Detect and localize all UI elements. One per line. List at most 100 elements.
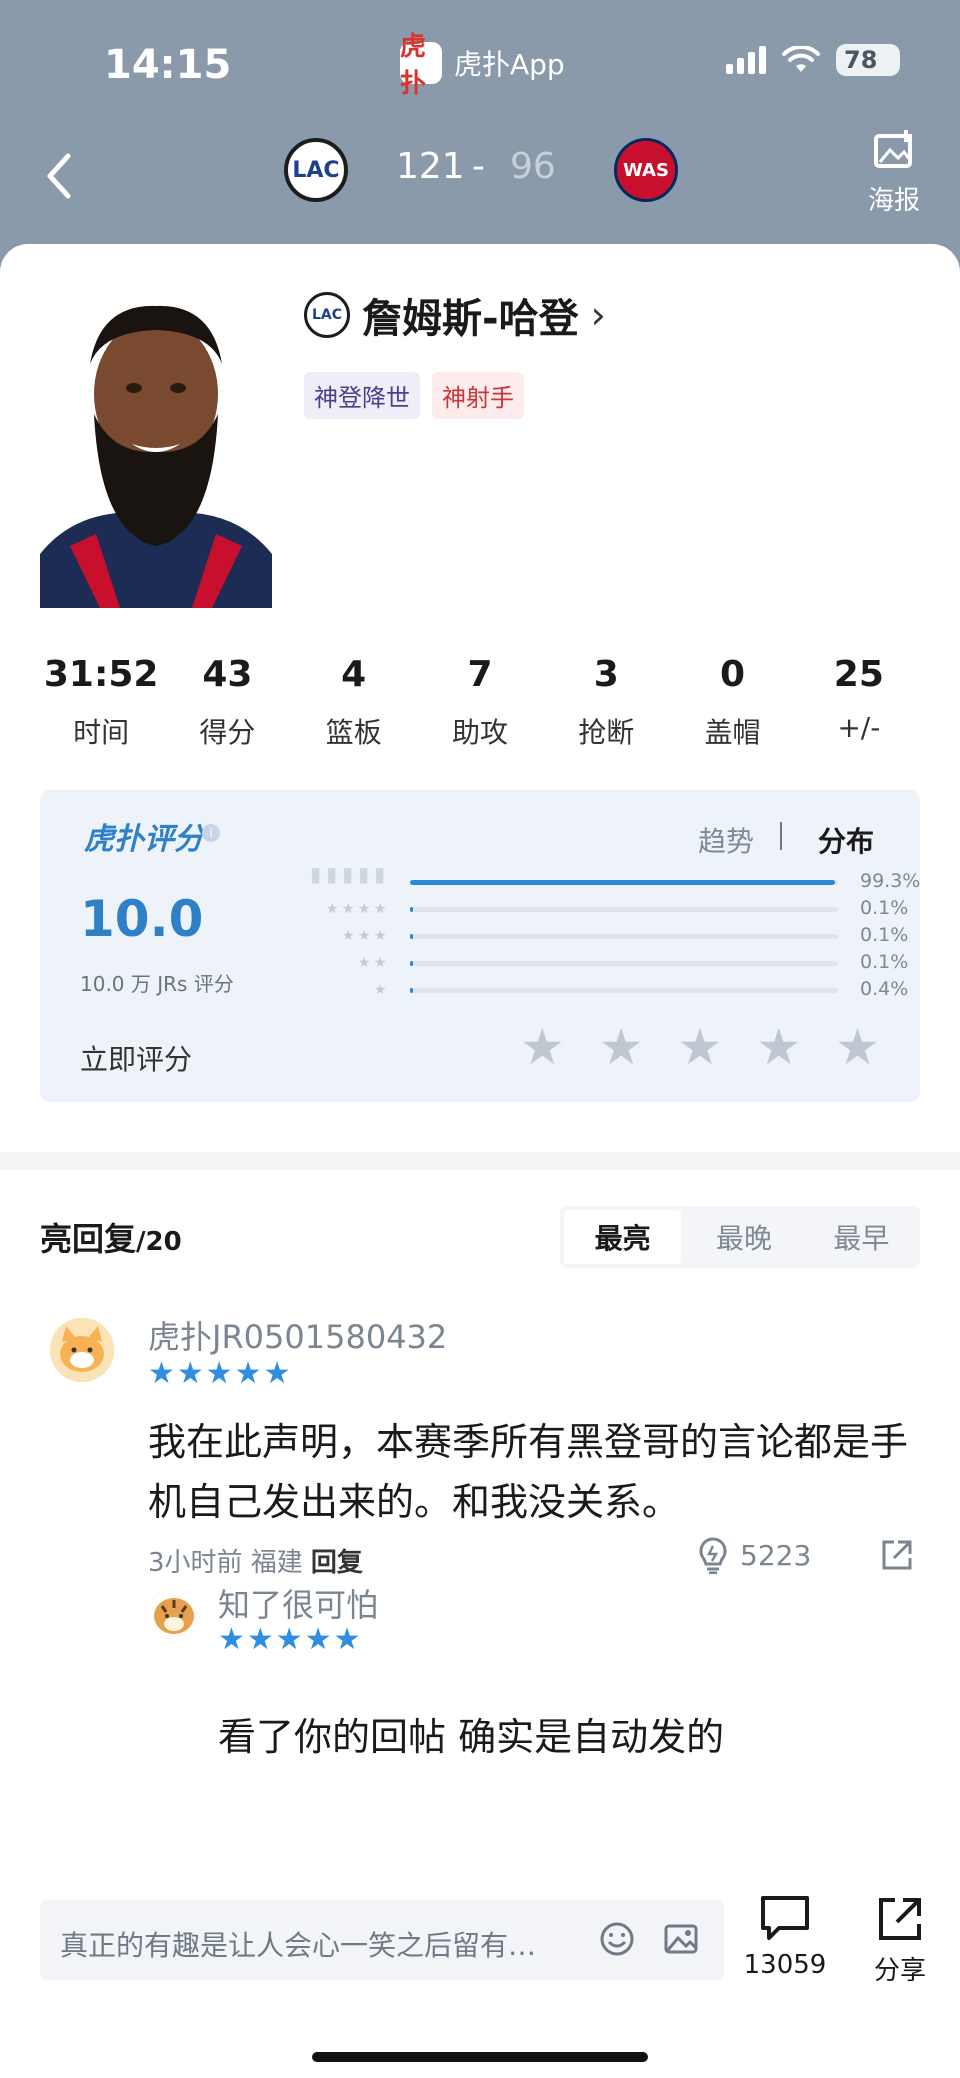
replies-count: /20: [136, 1227, 182, 1257]
poster-button[interactable]: 海报: [864, 128, 924, 217]
star-icon: ▮: [310, 862, 322, 886]
sort-latest[interactable]: 最晚: [685, 1206, 802, 1268]
sub-reply-text: 看了你的回帖 确实是自动发的: [218, 1715, 725, 1759]
star-icon[interactable]: ★: [599, 1022, 644, 1072]
wifi-icon: [782, 46, 820, 72]
distribution-percent: 0.1%: [860, 951, 909, 973]
info-icon[interactable]: i: [202, 824, 220, 842]
comment-count: 13059: [743, 1950, 827, 1980]
avatar[interactable]: [50, 1318, 114, 1382]
lightbulb-icon: [699, 1537, 727, 1574]
player-tags: 神登降世 神射手: [304, 372, 524, 419]
poster-image-icon: [874, 130, 912, 168]
player-tag[interactable]: 神登降世: [304, 372, 420, 419]
replies-title: 亮回复/20: [40, 1214, 182, 1260]
share-icon: [879, 1898, 921, 1940]
chevron-right-icon: ›: [590, 293, 606, 337]
stat-points: 43 得分: [167, 654, 287, 751]
distribution-fill: [410, 988, 413, 993]
distribution-track: [410, 988, 838, 993]
star-icon: ★: [358, 955, 371, 971]
tab-distribution[interactable]: 分布: [818, 820, 874, 860]
comment-meta: 3小时前 福建 回复: [148, 1542, 363, 1579]
player-name: 詹姆斯-哈登: [362, 296, 579, 342]
comment-input[interactable]: 真正的有趣是让人会心一笑之后留有…: [40, 1900, 724, 1980]
rating-brand-text: 虎扑评分: [84, 822, 204, 857]
distribution-percent: 0.4%: [860, 978, 909, 1000]
sort-brightest[interactable]: 最亮: [564, 1210, 682, 1264]
star-icon: ★: [358, 901, 371, 917]
distribution-fill: [410, 961, 413, 966]
comment-time-location: 3小时前 福建: [148, 1548, 303, 1578]
player-tag[interactable]: 神射手: [432, 372, 524, 419]
stat-label: 时间: [73, 716, 130, 749]
comment-username[interactable]: 虎扑JR0501580432: [148, 1312, 447, 1358]
app-badge: 虎扑 虎扑App: [400, 32, 565, 99]
star-icon[interactable]: ★: [520, 1022, 565, 1072]
share-label: 分享: [873, 1956, 926, 1986]
distribution-percent: 0.1%: [860, 897, 909, 919]
share-button[interactable]: 分享: [860, 1894, 940, 1987]
stats-row: 31:52 时间 43 得分 4 篮板 7 助攻 3 抢断 0 盖帽 25 +/-: [0, 654, 960, 751]
distribution-stars: ▮ ▮ ▮ ▮ ▮: [280, 862, 385, 897]
star-icon: ★: [326, 901, 339, 917]
stat-blocks: 0 盖帽: [673, 654, 793, 751]
star-icon[interactable]: ★: [835, 1022, 880, 1072]
away-team-logo[interactable]: WAS: [614, 138, 678, 202]
avatar[interactable]: [148, 1588, 200, 1640]
distribution-row: ★ 0.4%: [280, 978, 908, 1005]
player-name-row[interactable]: LAC 詹姆斯-哈登 ›: [304, 286, 606, 344]
distribution-row: ★ ★ ★ ★ 0.1%: [280, 897, 908, 924]
home-indicator: [312, 2052, 648, 2062]
tiger-avatar-icon: [148, 1588, 200, 1640]
stat-plus-minus: 25 +/-: [799, 654, 919, 751]
reply-button[interactable]: 回复: [311, 1548, 363, 1578]
distribution-row: ▮ ▮ ▮ ▮ ▮ 99.3%: [280, 862, 920, 897]
away-score: 96: [510, 146, 556, 187]
distribution-row: ★ ★ ★ 0.1%: [280, 924, 908, 951]
stat-label: 盖帽: [704, 716, 761, 749]
star-icon: ★: [374, 901, 387, 917]
home-team-logo[interactable]: LAC: [284, 138, 348, 202]
light-button[interactable]: 5223: [696, 1536, 811, 1574]
stat-value: 43: [202, 654, 253, 695]
distribution-percent: 0.1%: [860, 924, 909, 946]
star-icon: ▮: [326, 862, 338, 886]
star-icon: ▮: [358, 862, 370, 886]
back-arrow-icon[interactable]: [40, 146, 80, 206]
comments-button[interactable]: 13059: [740, 1894, 830, 1980]
distribution-stars: ★: [280, 978, 387, 1005]
rate-stars: ★ ★ ★ ★ ★: [520, 1022, 880, 1072]
battery-indicator: 78: [836, 44, 900, 76]
stat-assists: 7 助攻: [420, 654, 540, 751]
hupu-logo-icon: 虎扑: [400, 32, 442, 99]
star-icon[interactable]: ★: [678, 1022, 723, 1072]
distribution-stars: ★ ★: [280, 951, 387, 978]
tab-divider: [780, 822, 782, 850]
distribution-track: [410, 880, 838, 885]
comment-star-rating: ★★★★★: [148, 1356, 293, 1391]
star-icon: ★: [374, 928, 387, 944]
rating-panel: 虎扑评分® i 趋势 分布 10.0 10.0 万 JRs 评分 ▮▮▮▮▮99…: [40, 790, 920, 1102]
distribution-percent: 99.3%: [860, 870, 921, 892]
star-icon[interactable]: ★: [756, 1022, 801, 1072]
distribution-fill: [410, 880, 835, 885]
star-icon: ★: [358, 928, 371, 944]
star-icon: ★: [374, 955, 387, 971]
bottom-bar: 真正的有趣是让人会心一笑之后留有… 13059 分享: [0, 1876, 960, 2078]
stat-value: 7: [467, 654, 493, 695]
tab-trend[interactable]: 趋势: [698, 820, 754, 860]
stat-label: +/-: [837, 711, 881, 744]
stat-value: 3: [593, 654, 619, 695]
stat-label: 得分: [199, 716, 256, 749]
light-count: 5223: [740, 1538, 812, 1572]
emoji-icon[interactable]: [598, 1920, 636, 1958]
star-icon: ▮: [342, 862, 354, 886]
comment-bubble-icon: [761, 1896, 809, 1940]
comment-input-placeholder: 真正的有趣是让人会心一笑之后留有…: [60, 1929, 537, 1962]
sub-reply-username[interactable]: 知了很可怕: [218, 1580, 378, 1626]
share-icon[interactable]: [880, 1538, 914, 1572]
image-icon[interactable]: [662, 1920, 700, 1958]
distribution-fill: [410, 907, 413, 912]
sort-earliest[interactable]: 最早: [803, 1206, 920, 1268]
